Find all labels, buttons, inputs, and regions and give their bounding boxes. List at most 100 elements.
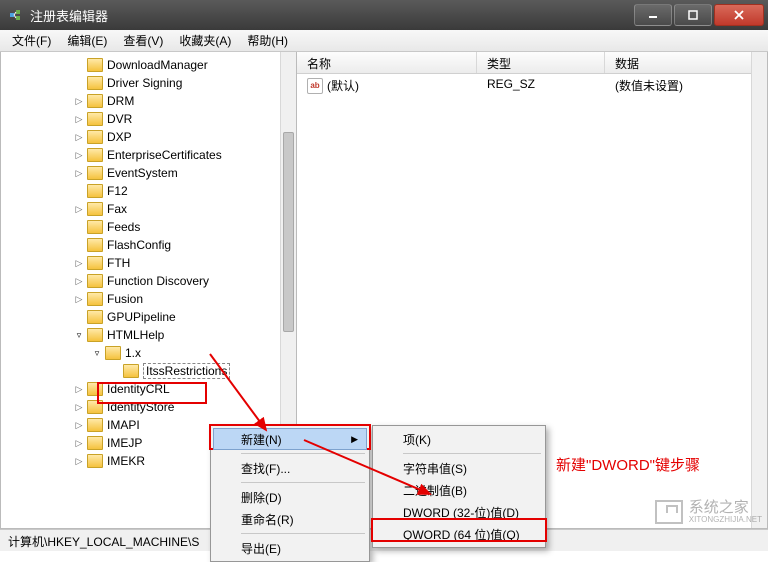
expand-icon[interactable]: ▷ — [73, 203, 85, 215]
expand-icon — [109, 365, 121, 377]
expand-icon[interactable]: ▷ — [73, 293, 85, 305]
ctx-find[interactable]: 查找(F)... — [213, 457, 367, 479]
tree-label: IdentityStore — [107, 400, 174, 414]
ctx-new[interactable]: 新建(N)▶ — [213, 428, 367, 450]
tree-item[interactable]: DownloadManager — [1, 56, 296, 74]
tree-item[interactable]: ▷EventSystem — [1, 164, 296, 182]
menu-favorites[interactable]: 收藏夹(A) — [171, 30, 239, 51]
tree-label: Feeds — [107, 220, 140, 234]
sub-qword[interactable]: QWORD (64 位)值(Q) — [375, 523, 543, 545]
tree-item[interactable]: ▷ DVR — [1, 110, 296, 128]
tree-label: EnterpriseCertificates — [107, 148, 222, 162]
tree-item[interactable]: ▷ DRM — [1, 92, 296, 110]
tree-label: ItssRestrictions — [143, 363, 230, 379]
folder-icon — [87, 400, 103, 414]
expand-icon[interactable]: ▷ — [73, 167, 85, 179]
col-data[interactable]: 数据 — [605, 52, 767, 73]
folder-icon — [87, 310, 103, 324]
tree-item[interactable]: F12 — [1, 182, 296, 200]
tree-item[interactable]: Feeds — [1, 218, 296, 236]
folder-icon — [87, 454, 103, 468]
sub-binary[interactable]: 二进制值(B) — [375, 479, 543, 501]
tree-item[interactable]: ▷ IdentityCRL — [1, 380, 296, 398]
tree-item[interactable]: ▷FTH — [1, 254, 296, 272]
tree-label: Function Discovery — [107, 274, 209, 288]
tree-item[interactable]: ▷ IdentityStore — [1, 398, 296, 416]
tree-item[interactable]: ItssRestrictions — [1, 362, 296, 380]
expand-icon[interactable]: ▷ — [73, 401, 85, 413]
tree-label: GPUPipeline — [107, 310, 176, 324]
tree-item[interactable]: Driver Signing — [1, 74, 296, 92]
tree-label: Fusion — [107, 292, 143, 306]
sub-key[interactable]: 项(K) — [375, 428, 543, 450]
list-scrollbar[interactable] — [751, 52, 767, 528]
tree-label: IMEJP — [107, 436, 142, 450]
menubar: 文件(F) 编辑(E) 查看(V) 收藏夹(A) 帮助(H) — [0, 30, 768, 52]
tree-item[interactable]: ▷ Fusion — [1, 290, 296, 308]
list-name: (默认) — [327, 77, 359, 94]
sub-dword[interactable]: DWORD (32-位)值(D) — [375, 501, 543, 523]
menu-edit[interactable]: 编辑(E) — [59, 30, 115, 51]
folder-icon — [87, 292, 103, 306]
list-header: 名称 类型 数据 — [297, 52, 767, 74]
tree-item[interactable]: ▿ HTMLHelp — [1, 326, 296, 344]
tree-label: IMEKR — [107, 454, 145, 468]
ctx-export[interactable]: 导出(E) — [213, 537, 367, 559]
folder-icon — [87, 94, 103, 108]
expand-icon[interactable]: ▷ — [73, 131, 85, 143]
menu-view[interactable]: 查看(V) — [115, 30, 171, 51]
tree-item[interactable]: ▷Fax — [1, 200, 296, 218]
tree-label: FlashConfig — [107, 238, 171, 252]
expand-icon[interactable]: ▷ — [73, 149, 85, 161]
folder-icon — [87, 148, 103, 162]
tree-label: DVR — [107, 112, 132, 126]
tree-label: DRM — [107, 94, 134, 108]
expand-icon[interactable]: ▷ — [73, 95, 85, 107]
maximize-button[interactable] — [674, 4, 712, 26]
collapse-icon[interactable]: ▿ — [73, 329, 85, 341]
list-type: REG_SZ — [477, 77, 605, 94]
col-type[interactable]: 类型 — [477, 52, 605, 73]
folder-icon — [105, 346, 121, 360]
tree-item[interactable]: ▷DXP — [1, 128, 296, 146]
folder-icon — [87, 130, 103, 144]
sub-string[interactable]: 字符串值(S) — [375, 457, 543, 479]
folder-icon — [87, 184, 103, 198]
expand-icon — [73, 185, 85, 197]
folder-icon — [87, 382, 103, 396]
collapse-icon[interactable]: ▿ — [91, 347, 103, 359]
folder-icon — [123, 364, 139, 378]
col-name[interactable]: 名称 — [297, 52, 477, 73]
list-row[interactable]: ab (默认) REG_SZ (数值未设置) — [297, 74, 767, 97]
expand-icon[interactable]: ▷ — [73, 455, 85, 467]
expand-icon[interactable]: ▷ — [73, 257, 85, 269]
close-button[interactable] — [714, 4, 764, 26]
tree-item[interactable]: ▷ Function Discovery — [1, 272, 296, 290]
expand-icon[interactable]: ▷ — [73, 419, 85, 431]
minimize-button[interactable] — [634, 4, 672, 26]
tree-item[interactable]: ▷ EnterpriseCertificates — [1, 146, 296, 164]
menu-help[interactable]: 帮助(H) — [239, 30, 296, 51]
folder-icon — [87, 202, 103, 216]
expand-icon — [73, 221, 85, 233]
tree-label: Driver Signing — [107, 76, 182, 90]
expand-icon — [73, 59, 85, 71]
tree-label: IdentityCRL — [107, 382, 170, 396]
tree-label: 1.x — [125, 346, 141, 360]
tree-item[interactable]: FlashConfig — [1, 236, 296, 254]
menu-file[interactable]: 文件(F) — [4, 30, 59, 51]
folder-icon — [87, 436, 103, 450]
expand-icon[interactable]: ▷ — [73, 383, 85, 395]
folder-icon — [87, 76, 103, 90]
tree-item[interactable]: ▿ 1.x — [1, 344, 296, 362]
expand-icon — [73, 77, 85, 89]
ctx-delete[interactable]: 删除(D) — [213, 486, 367, 508]
expand-icon[interactable]: ▷ — [73, 275, 85, 287]
tree-label: HTMLHelp — [107, 328, 164, 342]
folder-icon — [87, 220, 103, 234]
expand-icon[interactable]: ▷ — [73, 113, 85, 125]
expand-icon[interactable]: ▷ — [73, 437, 85, 449]
ctx-rename[interactable]: 重命名(R) — [213, 508, 367, 530]
expand-icon — [73, 311, 85, 323]
tree-item[interactable]: GPUPipeline — [1, 308, 296, 326]
